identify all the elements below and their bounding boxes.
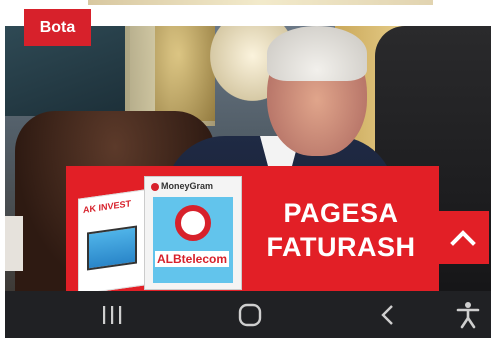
ad-moneygram-label: MoneyGram	[151, 181, 213, 191]
ad-box-front: MoneyGram ALBtelecom	[144, 176, 242, 290]
computer-icon	[87, 225, 137, 271]
home-button[interactable]	[220, 291, 280, 338]
ad-ak-invest-label: AK INVEST	[83, 198, 132, 216]
ad-headline-line2: FATURASH	[266, 232, 416, 262]
category-badge[interactable]: Bota	[24, 9, 91, 46]
ad-headline-line1: PAGESA	[283, 198, 399, 228]
ad-box-panel: ALBtelecom	[153, 197, 233, 283]
scroll-to-top-button[interactable]	[436, 211, 489, 264]
accessibility-button[interactable]	[438, 291, 491, 338]
moneygram-logo-icon	[151, 182, 159, 191]
ad-box-side: AK INVEST	[78, 189, 146, 291]
ad-product-box: AK INVEST MoneyGram ALBtelecom	[78, 172, 248, 291]
navigation-bar	[5, 291, 491, 338]
ad-albtelecom-label: ALBtelecom	[155, 251, 230, 267]
accessibility-icon	[456, 301, 480, 328]
recents-button[interactable]	[82, 291, 142, 338]
photo-side-object	[5, 216, 23, 271]
back-button[interactable]	[358, 291, 418, 338]
home-icon	[238, 303, 262, 326]
recents-icon	[103, 305, 122, 324]
ad-moneygram-text: MoneyGram	[161, 181, 214, 191]
photo-hair	[267, 26, 367, 81]
photo-flag	[155, 26, 215, 121]
top-image-strip	[88, 0, 433, 5]
albtelecom-logo-icon	[175, 205, 211, 241]
chevron-up-icon	[449, 229, 476, 246]
back-icon	[381, 304, 393, 325]
ad-headline: PAGESA FATURASH	[251, 196, 431, 264]
ad-banner[interactable]: AK INVEST MoneyGram ALBtelecom PAGESA FA…	[66, 166, 439, 291]
